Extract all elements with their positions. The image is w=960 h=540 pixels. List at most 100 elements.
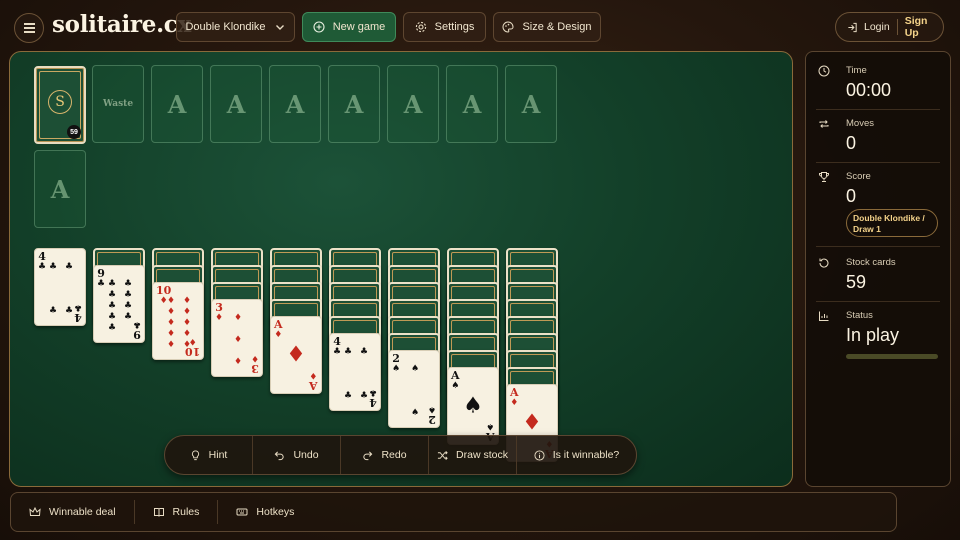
site-logo[interactable]: solitaire.cx xyxy=(52,11,191,38)
hotkeys-link[interactable]: Hotkeys xyxy=(218,500,312,524)
winnable-check-button[interactable]: Is it winnable? xyxy=(517,436,636,474)
card-index: 3 ♦ xyxy=(215,301,224,323)
moves-stat: Moves 0 xyxy=(816,118,940,163)
crown-icon xyxy=(29,506,41,516)
bulb-icon xyxy=(191,449,199,460)
card-suit: ♠ xyxy=(486,421,495,431)
playing-card[interactable]: 2 ♠ 2 ♠ ♠ ♠ xyxy=(388,350,440,428)
settings-button[interactable]: Settings xyxy=(403,12,486,42)
playing-card[interactable]: 10 ♦ 10 ♦ ♦ ♦ ♦ ♦ ♦ ♦ ♦ ♦ ♦ ♦ xyxy=(152,282,204,360)
card-pip: ♣ xyxy=(360,391,369,401)
trophy-icon xyxy=(818,172,830,182)
info-icon xyxy=(534,449,545,461)
palette-icon xyxy=(503,21,514,33)
plus-circle-icon xyxy=(313,21,325,33)
redo-label: Redo xyxy=(381,449,407,461)
card-pip: ♣ xyxy=(108,290,117,300)
card-suit: ♦ xyxy=(309,370,318,380)
foundation-slot[interactable]: A xyxy=(269,65,321,143)
card-suit: ♠ xyxy=(451,381,460,391)
redo-icon xyxy=(363,450,373,460)
card-pip: ♣ xyxy=(108,323,117,333)
card-index: 2 ♠ xyxy=(427,404,436,426)
card-index: A♦ xyxy=(309,370,318,392)
card-pip: ♣ xyxy=(108,312,117,322)
card-pip: ♦ xyxy=(167,340,176,350)
foundation-slot[interactable]: A xyxy=(328,65,380,143)
login-button[interactable]: Login xyxy=(836,19,898,35)
settings-label: Settings xyxy=(434,21,475,33)
new-game-label: New game xyxy=(332,21,386,33)
card-pip: ♣ xyxy=(108,301,117,311)
chart-icon xyxy=(819,311,829,321)
card-center-pip: ♦ xyxy=(522,410,542,436)
keyboard-icon xyxy=(236,508,248,516)
card-pip: ♣ xyxy=(344,347,353,357)
waste-pile[interactable]: Waste xyxy=(92,65,144,143)
card-pip: ♠ xyxy=(411,408,420,418)
playing-card[interactable]: 3 ♦ 3 ♦ ♦ ♦ ♦ xyxy=(211,299,263,377)
rules-link[interactable]: Rules xyxy=(135,500,219,524)
foundation-slot[interactable]: A xyxy=(151,65,203,143)
card-index: A♦ xyxy=(274,318,283,340)
draw-stock-button[interactable]: Draw stock xyxy=(429,436,517,474)
redo-button[interactable]: Redo xyxy=(341,436,429,474)
card-suit: ♣ xyxy=(368,387,377,397)
new-game-button[interactable]: New game xyxy=(302,12,396,42)
chevron-down-icon xyxy=(275,25,284,30)
card-pip: ♦ xyxy=(234,313,243,323)
card-pip: ♣ xyxy=(49,306,58,316)
rules-label: Rules xyxy=(172,506,200,518)
card-pip: ♣ xyxy=(65,262,74,272)
size-design-button[interactable]: Size & Design xyxy=(493,12,601,42)
stock-pile[interactable]: S 59 xyxy=(34,66,86,144)
signup-button[interactable]: Sign Up xyxy=(898,15,943,39)
card-pip: ♦ xyxy=(183,296,192,306)
card-pip: ♦ xyxy=(167,318,176,328)
card-suit: ♣ xyxy=(73,302,82,312)
card-center-pip: ♠ xyxy=(463,393,483,419)
stock-cards-value: 59 xyxy=(846,272,867,292)
stock-cards-label: Stock cards xyxy=(846,257,896,268)
winnable-check-label: Is it winnable? xyxy=(552,449,620,461)
time-label: Time xyxy=(846,65,867,76)
foundation-slot[interactable]: A xyxy=(505,65,557,143)
card-pip: ♦ xyxy=(183,329,192,339)
card-suit: ♦ xyxy=(215,313,224,323)
winnable-deal-label: Winnable deal xyxy=(49,506,116,518)
playing-card[interactable]: A♠A♠♠ xyxy=(447,367,499,445)
menu-button[interactable] xyxy=(14,13,44,43)
card-pip: ♣ xyxy=(360,347,369,357)
status-stat: Status In play xyxy=(816,310,940,370)
playing-card[interactable]: 4 ♣ 4 ♣ ♣ ♣ ♣ ♣ xyxy=(34,248,86,326)
game-type-select[interactable]: Double Klondike xyxy=(176,12,295,42)
time-value: 00:00 xyxy=(846,80,892,100)
winnable-deal-link[interactable]: Winnable deal xyxy=(11,500,135,524)
foundation-slot[interactable]: A xyxy=(387,65,439,143)
card-pip: ♣ xyxy=(124,279,133,289)
card-suit: ♣ xyxy=(132,319,141,329)
card-pip: ♣ xyxy=(124,301,133,311)
book-icon xyxy=(153,508,164,517)
footer-bar: Winnable deal Rules Hotkeys xyxy=(10,492,897,532)
score-label: Score xyxy=(846,171,871,182)
hotkeys-label: Hotkeys xyxy=(256,506,295,518)
foundation-slot[interactable]: A xyxy=(210,65,262,143)
playing-card[interactable]: 4 ♣ 4 ♣ ♣ ♣ ♣ ♣ xyxy=(329,333,381,411)
card-pip: ♦ xyxy=(183,318,192,328)
playing-card[interactable]: A♦A♦♦ xyxy=(270,316,322,394)
undo-icon xyxy=(275,450,285,460)
foundation-slot[interactable]: A xyxy=(446,65,498,143)
hint-button[interactable]: Hint xyxy=(165,436,253,474)
playing-card[interactable]: 9 ♣ 9 ♣ ♣ ♣ ♣ ♣ ♣ ♣ ♣ ♣ ♣ xyxy=(93,265,145,343)
refresh-icon xyxy=(819,258,829,268)
card-suit: ♣ xyxy=(97,279,106,289)
card-pip: ♣ xyxy=(344,391,353,401)
size-design-label: Size & Design xyxy=(522,21,592,33)
foundation-slot[interactable]: A xyxy=(34,150,86,228)
stats-sidebar: Time 00:00 Moves 0 Score 0 Double Klondi… xyxy=(805,51,951,487)
draw-stock-label: Draw stock xyxy=(456,449,508,461)
card-index: 9 ♣ xyxy=(97,267,106,289)
undo-button[interactable]: Undo xyxy=(253,436,341,474)
stock-logo: S xyxy=(48,90,72,114)
